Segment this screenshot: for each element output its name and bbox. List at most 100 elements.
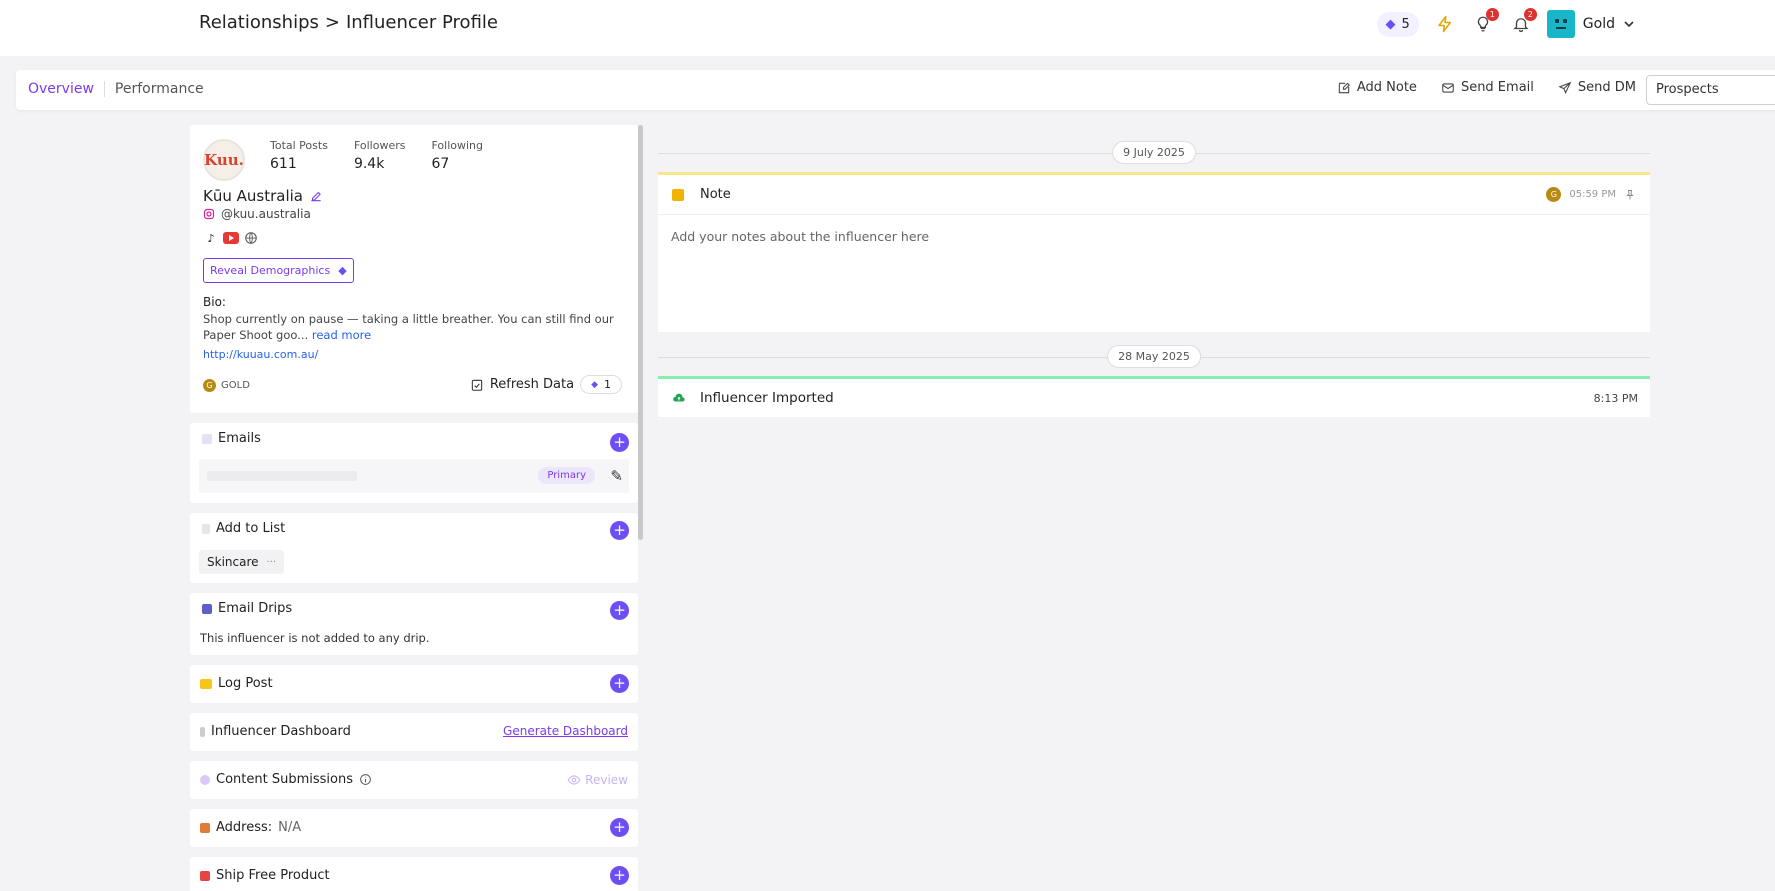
lightning-button[interactable] <box>1433 12 1457 36</box>
read-more-link[interactable]: read more <box>312 328 371 342</box>
refresh-label: Refresh Data <box>489 377 575 392</box>
dashboard-title: Influencer Dashboard <box>211 724 351 739</box>
send-dm-button[interactable]: Send DM <box>1558 80 1636 95</box>
add-email-button[interactable]: + <box>610 433 629 452</box>
add-note-button[interactable]: Add Note <box>1337 80 1417 95</box>
dashboard-section: Influencer Dashboard Generate Dashboard <box>190 713 638 751</box>
profile-card: Kuu. Total Posts 611 Followers 9.4k Follow… <box>190 125 638 413</box>
more-icon[interactable]: ··· <box>267 557 277 568</box>
website-link[interactable]: http://kuuau.com.au/ <box>203 348 318 361</box>
pencil-icon[interactable] <box>309 189 323 203</box>
breadcrumb-separator: > <box>324 12 340 33</box>
ideas-button[interactable]: 1 <box>1471 8 1499 36</box>
tab-performance[interactable]: Performance <box>115 81 214 97</box>
address-value: N/A <box>278 820 302 835</box>
review-button[interactable]: Review <box>567 773 628 787</box>
user-label: Gold <box>1582 16 1615 32</box>
tabs: Overview Performance <box>28 81 214 97</box>
social-links: ♪ <box>203 231 259 245</box>
phone-icon <box>200 726 205 737</box>
refresh-data-button[interactable]: Refresh Data ◆ 1 <box>470 375 622 394</box>
tiktok-icon[interactable]: ♪ <box>203 231 219 245</box>
tab-bar: Overview Performance Add Note Send Email… <box>16 70 1775 110</box>
pencil-icon[interactable]: ✎ <box>610 467 623 485</box>
breadcrumb: Relationships > Influencer Profile <box>199 12 498 33</box>
send-email-label: Send Email <box>1460 80 1534 95</box>
profile-stats: Total Posts 611 Followers 9.4k Following 67 <box>270 139 483 172</box>
ideas-badge: 1 <box>1485 8 1499 21</box>
add-address-button[interactable]: + <box>610 818 629 837</box>
diamond-icon: ◆ <box>1385 16 1396 32</box>
log-post-section: Log Post + <box>190 665 638 703</box>
send-email-button[interactable]: Send Email <box>1441 80 1534 95</box>
stage-select[interactable]: Prospects <box>1646 75 1775 105</box>
breadcrumb-parent[interactable]: Relationships <box>199 12 319 33</box>
note-header: Note <box>658 175 1650 215</box>
profile-sidebar: Kuu. Total Posts 611 Followers 9.4k Follow… <box>190 125 638 891</box>
handle-text: @kuu.australia <box>221 207 311 221</box>
note-input[interactable]: Add your notes about the influencer here <box>658 215 1650 258</box>
drips-empty-message: This influencer is not added to any drip… <box>200 631 430 645</box>
bio-text: Shop currently on pause — taking a littl… <box>203 312 614 342</box>
activity-timeline: 9 July 2025 Note G 05:59 PM Add your not… <box>658 140 1650 417</box>
list-chip-label: Skincare <box>207 555 259 569</box>
imported-event-card: Influencer Imported 8:13 PM <box>658 376 1650 417</box>
top-right-controls: ◆ 5 1 2 Gold <box>1376 8 1635 38</box>
imported-time: 8:13 PM <box>1593 392 1638 405</box>
tab-overview[interactable]: Overview <box>28 81 105 97</box>
pin-icon[interactable] <box>1624 189 1636 201</box>
emails-title: Emails <box>218 431 261 446</box>
bio-heading: Bio: <box>203 295 226 309</box>
reveal-label: Reveal Demographics <box>210 264 331 277</box>
add-drip-button[interactable]: + <box>610 601 629 620</box>
note-meta: G 05:59 PM <box>1546 187 1636 202</box>
add-to-list-button[interactable]: + <box>610 521 629 540</box>
email-drips-header: Email Drips <box>202 601 626 616</box>
date-divider: 28 May 2025 <box>658 344 1650 370</box>
edit-note-icon <box>1338 82 1350 93</box>
content-submissions-header: Content Submissions <box>200 772 628 787</box>
ship-product-button[interactable]: + <box>610 866 629 885</box>
list-chip-skincare[interactable]: Skincare ··· <box>199 550 285 574</box>
top-bar: Relationships > Influencer Profile ◆ 5 1… <box>0 0 1775 56</box>
profile-name-text: Kūu Australia <box>203 187 303 205</box>
chevron-down-icon <box>1624 21 1634 28</box>
content-submissions-section: Content Submissions Review <box>190 761 638 799</box>
diamond-icon: ◆ <box>591 379 598 390</box>
info-icon[interactable] <box>359 773 372 786</box>
diamond-icon: ◆ <box>338 264 347 277</box>
generate-dashboard-link[interactable]: Generate Dashboard <box>503 724 628 738</box>
email-redacted <box>207 471 357 481</box>
user-menu[interactable]: Gold <box>1546 10 1635 38</box>
email-drips-title: Email Drips <box>218 601 293 616</box>
user-coin-icon: G <box>1546 187 1562 202</box>
list-icon <box>202 523 210 534</box>
clipboard-check-icon <box>471 379 483 391</box>
address-title: Address: <box>216 820 273 835</box>
globe-icon[interactable] <box>243 231 259 245</box>
drip-icon <box>202 603 212 614</box>
content-submissions-title: Content Submissions <box>216 772 353 787</box>
lightning-icon <box>1438 15 1451 33</box>
email-list-icon <box>202 433 212 444</box>
stat-followers: Followers 9.4k <box>353 139 406 172</box>
log-post-button[interactable]: + <box>610 674 629 693</box>
submissions-icon <box>200 774 210 785</box>
credits-counter[interactable]: ◆ 5 <box>1376 11 1419 37</box>
email-drips-section: Email Drips + This influencer is not add… <box>190 593 638 655</box>
refresh-cost: ◆ 1 <box>580 375 622 394</box>
ship-product-header: Ship Free Product <box>200 868 628 883</box>
date-pill: 9 July 2025 <box>1112 141 1196 164</box>
reveal-demographics-button[interactable]: Reveal Demographics ◆ <box>203 258 354 283</box>
notifications-button[interactable]: 2 <box>1509 8 1537 36</box>
ship-product-section: Ship Free Product + <box>190 857 638 891</box>
add-to-list-header: Add to List <box>202 521 626 536</box>
add-note-label: Add Note <box>1356 80 1417 95</box>
youtube-icon[interactable] <box>223 231 239 245</box>
sidebar-scrollbar[interactable] <box>638 125 643 540</box>
instagram-handle[interactable]: @kuu.australia <box>203 207 311 221</box>
gold-coin-icon: G <box>203 379 216 392</box>
note-title: Note <box>700 187 731 202</box>
note-time: 05:59 PM <box>1569 189 1616 200</box>
tier-label: GOLD <box>221 380 250 391</box>
